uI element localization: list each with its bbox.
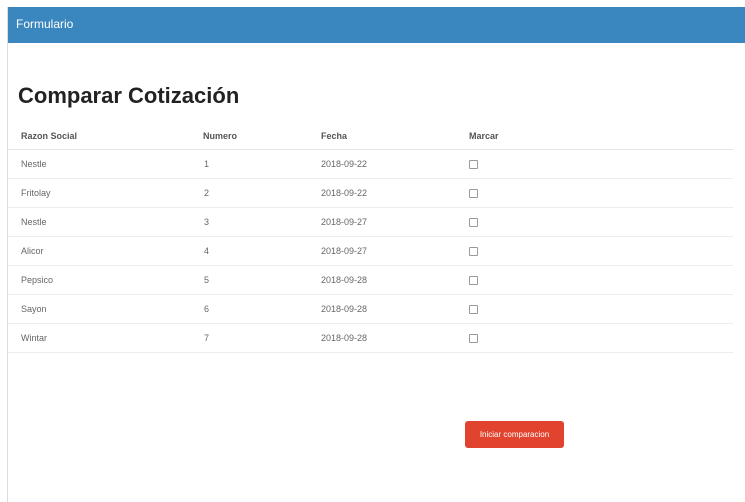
- cell-numero: 2: [190, 178, 308, 208]
- cell-fecha: 2018-09-22: [308, 149, 456, 179]
- cell-fecha: 2018-09-22: [308, 178, 456, 208]
- table-row: Fritolay 2 2018-09-22: [8, 178, 733, 208]
- table-row: Pepsico 5 2018-09-28: [8, 265, 733, 295]
- cell-marcar: [456, 236, 733, 266]
- table-row: Nestle 1 2018-09-22: [8, 149, 733, 179]
- cell-fecha: 2018-09-28: [308, 265, 456, 295]
- cell-marcar: [456, 178, 733, 208]
- cell-numero: 3: [190, 207, 308, 237]
- form-panel: Formulario Comparar Cotización Razon Soc…: [7, 7, 745, 502]
- cell-fecha: 2018-09-28: [308, 323, 456, 353]
- cell-marcar: [456, 265, 733, 295]
- row-checkbox[interactable]: [469, 276, 478, 286]
- table-row: Sayon 6 2018-09-28: [8, 294, 733, 324]
- header-title: Formulario: [16, 17, 74, 31]
- cell-marcar: [456, 323, 733, 353]
- table-row: Nestle 3 2018-09-27: [8, 207, 733, 237]
- cell-razon-social: Alicor: [8, 236, 190, 266]
- page-title: Comparar Cotización: [18, 83, 240, 108]
- cell-numero: 4: [190, 236, 308, 266]
- cell-marcar: [456, 207, 733, 237]
- start-comparison-button[interactable]: Iniciar comparacion: [465, 421, 564, 448]
- cell-numero: 6: [190, 294, 308, 324]
- column-header-fecha: Fecha: [308, 123, 456, 150]
- cell-razon-social: Wintar: [8, 323, 190, 353]
- cell-numero: 1: [190, 149, 308, 179]
- row-checkbox[interactable]: [469, 247, 478, 257]
- cell-fecha: 2018-09-27: [308, 236, 456, 266]
- column-header-numero: Numero: [190, 123, 308, 150]
- cell-razon-social: Fritolay: [8, 178, 190, 208]
- cell-razon-social: Pepsico: [8, 265, 190, 295]
- row-checkbox[interactable]: [469, 189, 478, 199]
- table-row: Wintar 7 2018-09-28: [8, 323, 733, 353]
- cell-razon-social: Nestle: [8, 207, 190, 237]
- cell-razon-social: Sayon: [8, 294, 190, 324]
- cell-razon-social: Nestle: [8, 149, 190, 179]
- quotes-table: Razon Social Numero Fecha Marcar Nestle …: [8, 123, 733, 353]
- row-checkbox[interactable]: [469, 218, 478, 228]
- cell-numero: 5: [190, 265, 308, 295]
- cell-fecha: 2018-09-27: [308, 207, 456, 237]
- cell-marcar: [456, 149, 733, 179]
- header-bar: Formulario: [8, 7, 745, 43]
- cell-marcar: [456, 294, 733, 324]
- table-row: Alicor 4 2018-09-27: [8, 236, 733, 266]
- table-header-row: Razon Social Numero Fecha Marcar: [8, 123, 733, 150]
- row-checkbox[interactable]: [469, 160, 478, 170]
- row-checkbox[interactable]: [469, 305, 478, 315]
- cell-numero: 7: [190, 323, 308, 353]
- column-header-razon-social: Razon Social: [8, 123, 190, 150]
- cell-fecha: 2018-09-28: [308, 294, 456, 324]
- column-header-marcar: Marcar: [456, 123, 733, 150]
- row-checkbox[interactable]: [469, 334, 478, 344]
